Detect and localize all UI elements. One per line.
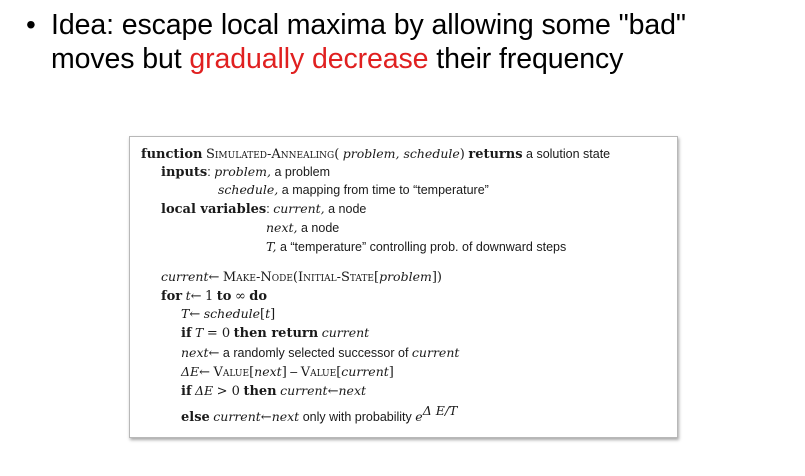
algo-line-set-t: T← schedule[t] [181,306,276,322]
algo-line-else: else current←next only with probability … [181,403,458,425]
algo-line-init: current← Make-Node(Initial-State[problem… [161,269,442,285]
algo-line-delta: ΔE← Value[next] – Value[current] [181,364,394,380]
bullet-highlight: gradually decrease [189,43,429,75]
algo-line-for: for t← 1 to ∞ do [161,288,268,304]
bullet-line-2-end: their frequency [428,43,624,75]
algo-line-successor: next← a randomly selected successor of c… [181,345,460,361]
algo-line-temperature: T, a “temperature” controlling prob. of … [266,239,567,254]
bullet-line-2-start: moves but [51,43,190,75]
algo-line-schedule: schedule, a mapping from time to “temper… [218,182,489,197]
algo-line-if-positive: if ΔE > 0 then current←next [181,383,367,399]
algo-line-signature: function Simulated-Annealing( problem, s… [141,146,611,162]
algorithm-figure: function Simulated-Annealing( problem, s… [129,136,678,438]
bullet-line-1: Idea: escape local maxima by allowing so… [51,9,686,41]
bullet-text: Idea: escape local maxima by allowing so… [51,8,796,76]
algo-line-local-vars: local variables: current, a node [161,201,367,217]
algo-line-next: next, a node [266,220,340,235]
algo-line-inputs: inputs: problem, a problem [161,164,331,180]
bullet-marker: • [26,9,36,40]
algo-line-if-zero: if T = 0 then return current [181,325,370,341]
